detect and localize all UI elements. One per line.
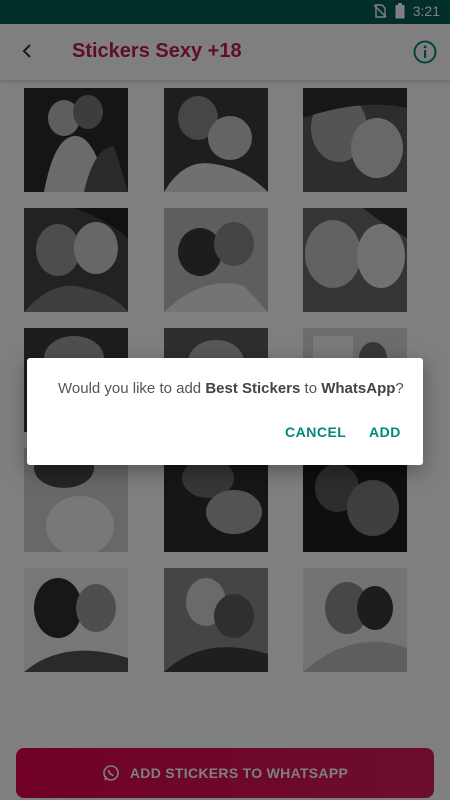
- dialog-pack-name: Best Stickers: [205, 380, 301, 397]
- dialog-message-prefix: Would you like to add: [58, 380, 206, 397]
- dialog-message: Would you like to add Best Stickers to W…: [58, 380, 404, 397]
- add-stickers-dialog: Would you like to add Best Stickers to W…: [27, 358, 423, 465]
- cancel-button[interactable]: CANCEL: [285, 424, 346, 440]
- add-button[interactable]: ADD: [369, 424, 401, 440]
- dialog-message-suffix: ?: [395, 380, 404, 397]
- dialog-app-name: WhatsApp: [321, 380, 396, 397]
- dialog-message-middle: to: [300, 380, 322, 397]
